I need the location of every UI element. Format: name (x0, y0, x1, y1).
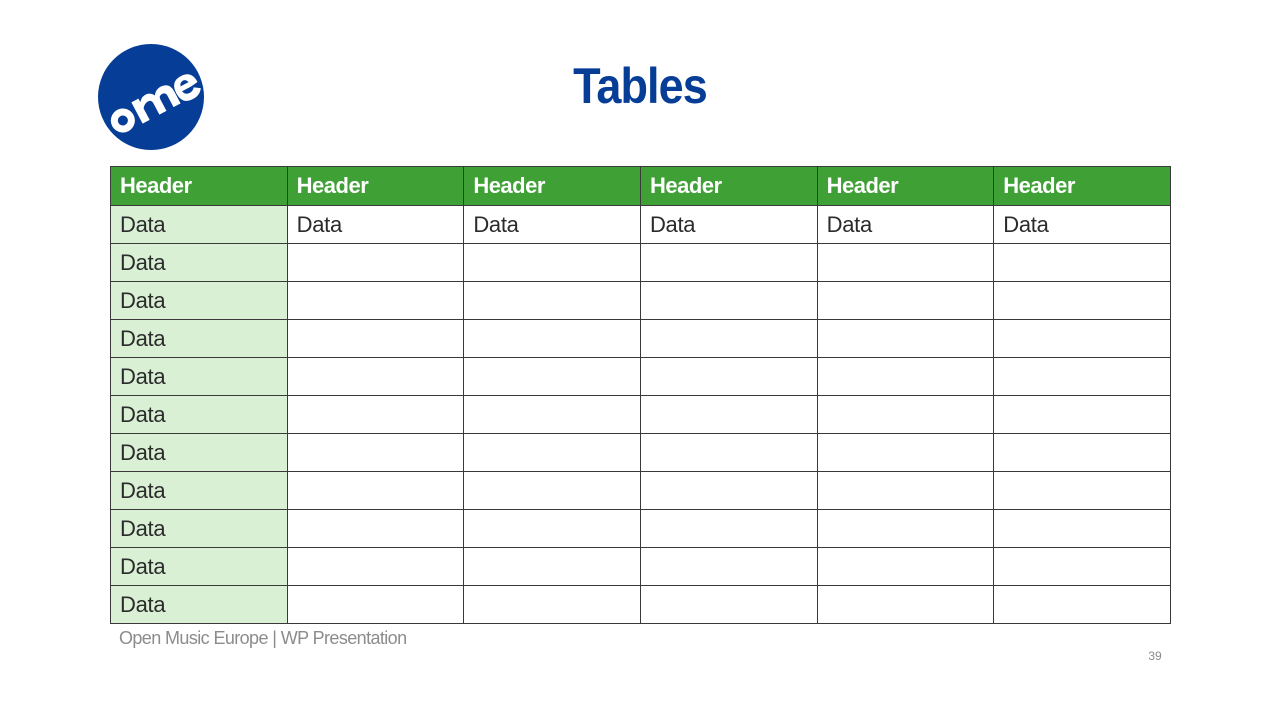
table-cell (639, 433, 818, 472)
slide: Tables Header Header Header Header Heade… (0, 0, 1280, 720)
table-cell (993, 433, 1171, 472)
table-cell (639, 319, 818, 358)
table-cell (993, 319, 1171, 358)
row-label-cell: Data (110, 357, 288, 396)
row-label-cell: Data (110, 395, 288, 434)
table-cell (286, 509, 465, 548)
table-header-row: Header Header Header Header Header Heade… (110, 166, 1171, 206)
row-label-cell: Data (110, 205, 288, 244)
table-row: Data (110, 547, 1171, 586)
column-header: Header (993, 166, 1171, 206)
table-row: Data (110, 243, 1171, 282)
table-cell (463, 281, 641, 320)
table-cell (286, 243, 465, 282)
row-label-cell: Data (110, 433, 288, 472)
table-cell (463, 471, 641, 510)
table-cell (639, 509, 818, 548)
table-cell (639, 585, 818, 624)
table-cell (993, 281, 1171, 320)
table-cell (463, 319, 641, 358)
table-cell (463, 547, 641, 586)
table-cell (639, 243, 818, 282)
table-cell (286, 547, 465, 586)
page-number: 39 (1148, 649, 1162, 663)
table-row: Data Data Data Data Data Data (110, 205, 1171, 244)
table-cell (816, 509, 995, 548)
table-cell (816, 433, 995, 472)
table-cell (816, 585, 995, 624)
table-cell (816, 243, 995, 282)
table-body: Data Data Data Data Data Data Data Data Data Data… (110, 205, 1171, 624)
table-cell (993, 509, 1171, 548)
table-cell: Data (639, 205, 818, 244)
table-cell (816, 395, 995, 434)
table-cell (463, 509, 641, 548)
row-label-cell: Data (110, 471, 288, 510)
table-cell (639, 357, 818, 396)
row-label-cell: Data (110, 319, 288, 358)
data-table: Header Header Header Header Header Heade… (110, 166, 1171, 624)
table-row: Data (110, 585, 1171, 624)
table-cell (286, 319, 465, 358)
table-cell: Data (993, 205, 1171, 244)
column-header: Header (639, 166, 818, 206)
table-cell (993, 357, 1171, 396)
table-cell (639, 281, 818, 320)
table-cell (286, 585, 465, 624)
table-row: Data (110, 357, 1171, 396)
table-row: Data (110, 509, 1171, 548)
table-row: Data (110, 471, 1171, 510)
row-label-cell: Data (110, 585, 288, 624)
table-cell (639, 547, 818, 586)
table-row: Data (110, 395, 1171, 434)
column-header: Header (110, 166, 288, 206)
table-cell (993, 585, 1171, 624)
table-row: Data (110, 433, 1171, 472)
table-cell (816, 281, 995, 320)
table-cell (463, 243, 641, 282)
row-label-cell: Data (110, 547, 288, 586)
table-cell (639, 395, 818, 434)
table-cell (993, 395, 1171, 434)
table-cell (463, 395, 641, 434)
table-cell (463, 585, 641, 624)
column-header: Header (286, 166, 465, 206)
table-cell (816, 547, 995, 586)
table-cell (463, 357, 641, 396)
table-cell (286, 433, 465, 472)
column-header: Header (816, 166, 995, 206)
row-label-cell: Data (110, 281, 288, 320)
table-cell (463, 433, 641, 472)
table-cell: Data (463, 205, 641, 244)
table-cell (286, 471, 465, 510)
table-cell (816, 471, 995, 510)
row-label-cell: Data (110, 243, 288, 282)
table-row: Data (110, 281, 1171, 320)
table-cell (993, 547, 1171, 586)
table-cell (816, 357, 995, 396)
table-cell (286, 281, 465, 320)
table-cell: Data (816, 205, 995, 244)
table-cell (286, 357, 465, 396)
footer-text: Open Music Europe | WP Presentation (119, 628, 407, 648)
table-cell (993, 243, 1171, 282)
table-cell: Data (286, 205, 465, 244)
table-cell (286, 395, 465, 434)
table-cell (993, 471, 1171, 510)
table-cell (639, 471, 818, 510)
table-cell (816, 319, 995, 358)
slide-title: Tables (573, 58, 708, 114)
table-row: Data (110, 319, 1171, 358)
column-header: Header (463, 166, 641, 206)
row-label-cell: Data (110, 509, 288, 548)
